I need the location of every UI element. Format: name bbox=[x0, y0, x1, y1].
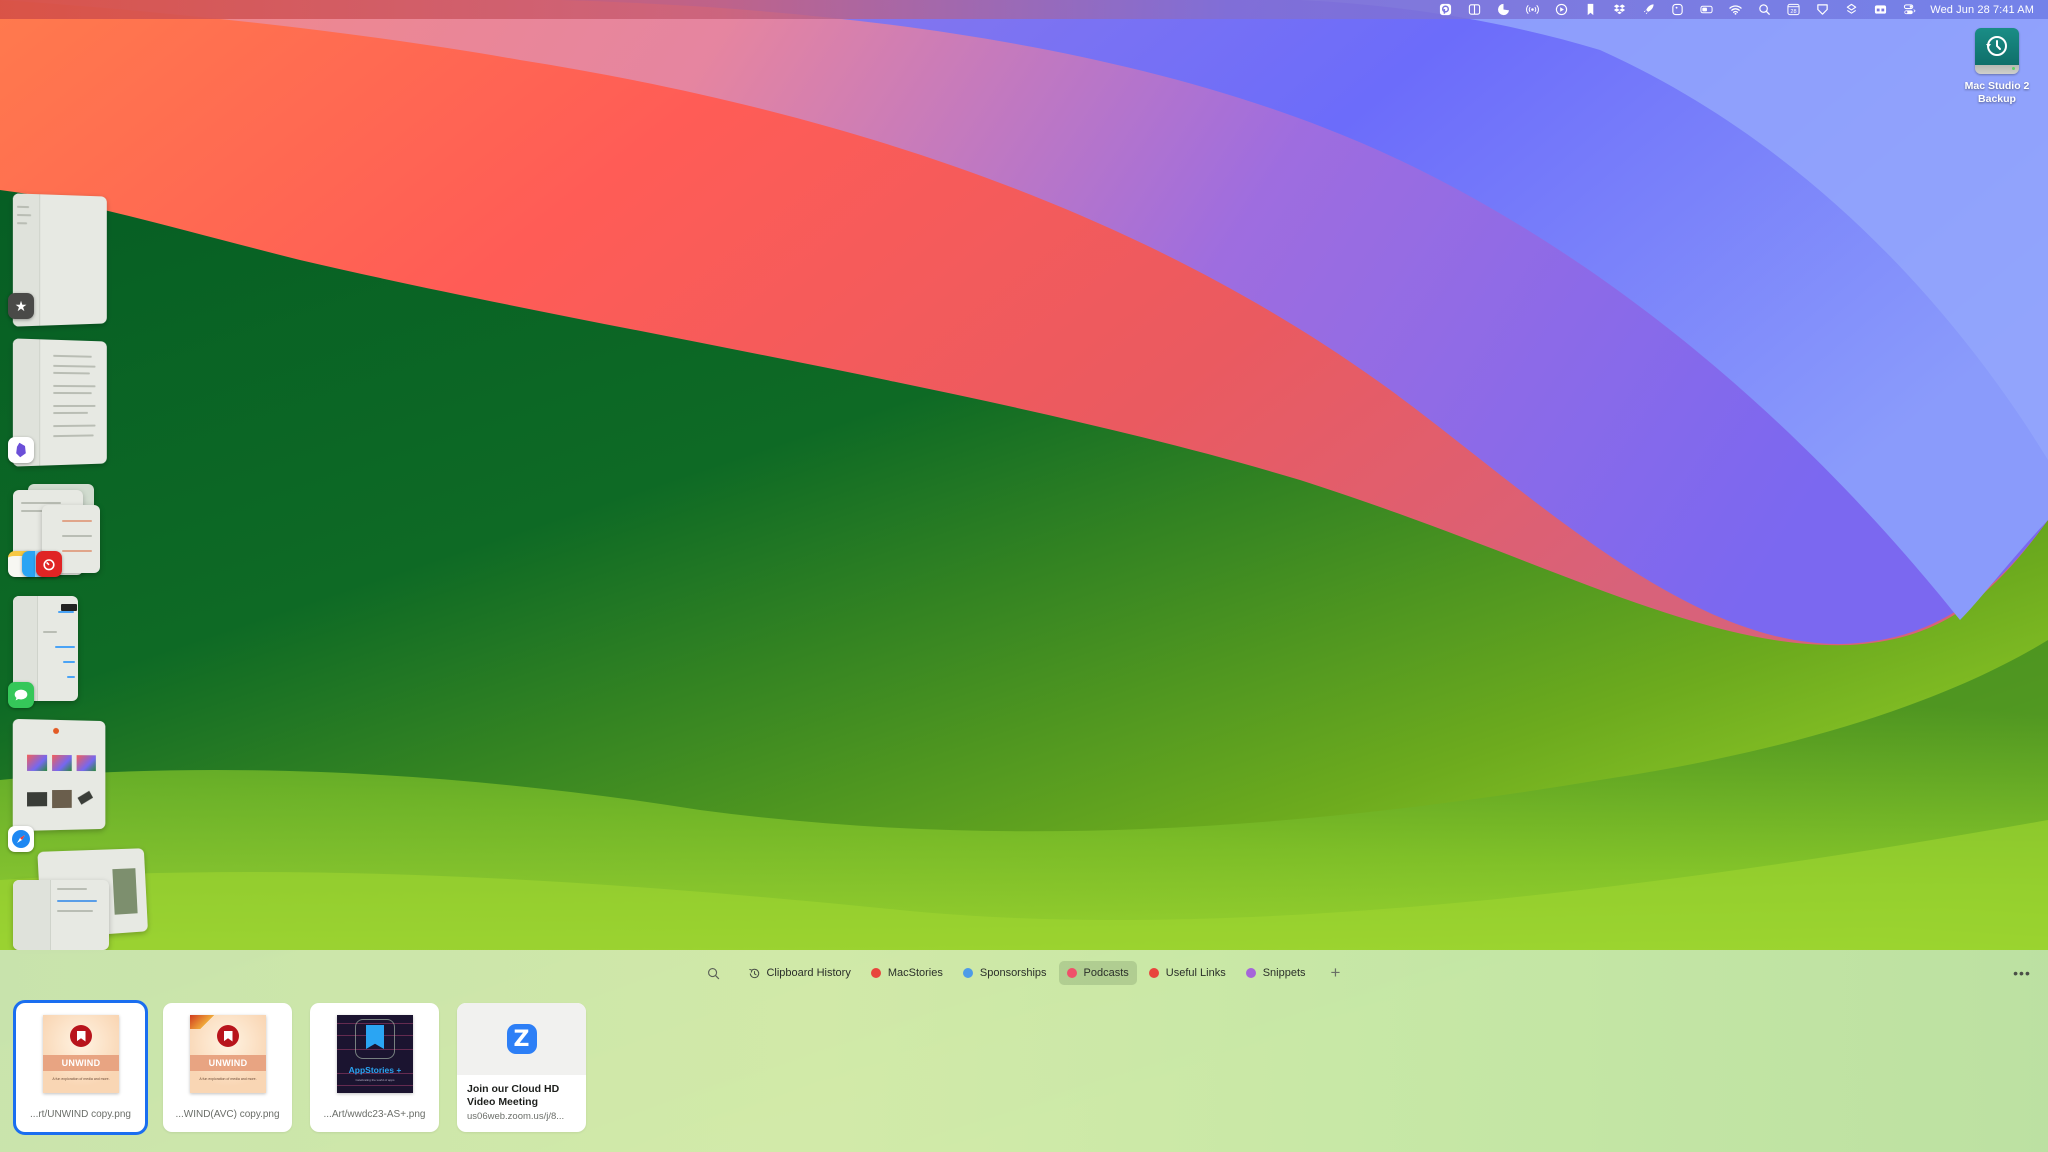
svg-text:28: 28 bbox=[1790, 9, 1796, 15]
unwind-logo-icon bbox=[217, 1025, 239, 1047]
color-dot-icon bbox=[962, 968, 973, 978]
window-thumbnail[interactable] bbox=[12, 718, 106, 832]
clipboard-shelf: Clipboard History MacStories Sponsorship… bbox=[0, 950, 2048, 1152]
color-dot-icon bbox=[1245, 968, 1256, 978]
pac-icon[interactable] bbox=[1492, 0, 1514, 19]
messages-icon bbox=[8, 682, 34, 708]
menu-bar: 28 Wed Jun 28 7:41 AM bbox=[0, 0, 2048, 19]
link-title: Join our Cloud HD Video Meeting bbox=[467, 1083, 560, 1108]
wifi-icon[interactable] bbox=[1724, 0, 1746, 19]
zoom-logo-icon: Z bbox=[506, 1024, 537, 1054]
more-options-button[interactable]: ••• bbox=[2010, 962, 2034, 984]
broadcast-icon[interactable] bbox=[1521, 0, 1543, 19]
tab-useful-links[interactable]: Useful Links bbox=[1141, 961, 1234, 985]
play-circle-icon[interactable] bbox=[1550, 0, 1572, 19]
item-caption: ...WIND(AVC) copy.png bbox=[175, 1109, 280, 1120]
pinboard-tabs: Clipboard History MacStories Sponsorship… bbox=[0, 960, 2048, 986]
calendar-icon[interactable]: 28 bbox=[1782, 0, 1804, 19]
shortcut-icon[interactable] bbox=[1811, 0, 1833, 19]
time-machine-drive-icon bbox=[1975, 28, 2019, 74]
control-center-icon[interactable] bbox=[1898, 0, 1920, 19]
link-url: us06web.zoom.us/j/8... bbox=[467, 1111, 565, 1122]
rocket-icon[interactable] bbox=[1637, 0, 1659, 19]
stack-icon[interactable] bbox=[1840, 0, 1862, 19]
clipboard-item[interactable]: UNWIND A fun exploration of media and mo… bbox=[13, 1000, 148, 1135]
desktop-icon-label: Mac Studio 2 Backup bbox=[1964, 80, 2030, 105]
color-dot-icon bbox=[1066, 968, 1077, 978]
clipboard-item[interactable]: AppStories + Celebrating the world of ap… bbox=[310, 1003, 439, 1132]
split-view-icon[interactable] bbox=[1463, 0, 1485, 19]
clipboard-item[interactable]: Z Join our Cloud HD Video Meeting us06we… bbox=[457, 1003, 586, 1132]
image-preview: UNWIND A fun exploration of media and mo… bbox=[190, 1015, 266, 1093]
add-pinboard-button[interactable]: + bbox=[1324, 961, 1348, 985]
reeder-icon: ★ bbox=[8, 293, 34, 319]
bookmark-icon[interactable] bbox=[1579, 0, 1601, 19]
safari-icon bbox=[8, 826, 34, 852]
dropbox-icon[interactable] bbox=[1608, 0, 1630, 19]
timer-icon[interactable] bbox=[1666, 0, 1688, 19]
clipboard-items: UNWIND A fun exploration of media and mo… bbox=[13, 1000, 604, 1135]
tab-sponsorships[interactable]: Sponsorships bbox=[955, 961, 1055, 985]
spotlight-search-icon[interactable] bbox=[1753, 0, 1775, 19]
clipboard-item[interactable]: UNWIND A fun exploration of media and mo… bbox=[163, 1003, 292, 1132]
color-dot-icon bbox=[1148, 968, 1159, 978]
screen-icon[interactable] bbox=[1869, 0, 1891, 19]
tab-snippets[interactable]: Snippets bbox=[1238, 961, 1314, 985]
window-thumbnail[interactable] bbox=[13, 880, 109, 950]
item-caption: ...rt/UNWIND copy.png bbox=[30, 1109, 131, 1120]
menu-bar-clock[interactable]: Wed Jun 28 7:41 AM bbox=[1930, 4, 2034, 16]
tab-clipboard-history[interactable]: Clipboard History bbox=[740, 961, 858, 985]
obsidian-icon bbox=[8, 437, 34, 463]
image-preview: AppStories + Celebrating the world of ap… bbox=[337, 1015, 413, 1093]
link-preview: Z bbox=[457, 1003, 586, 1075]
battery-toggle-icon[interactable] bbox=[1695, 0, 1717, 19]
timery-icon bbox=[36, 551, 62, 577]
color-dot-icon bbox=[870, 968, 881, 978]
pastebot-icon[interactable] bbox=[1434, 0, 1456, 19]
unwind-logo-icon bbox=[70, 1025, 92, 1047]
tab-macstories[interactable]: MacStories bbox=[863, 961, 951, 985]
desktop-icon-backup-drive[interactable]: Mac Studio 2 Backup bbox=[1952, 28, 2042, 106]
history-icon bbox=[749, 968, 760, 978]
image-preview: UNWIND A fun exploration of media and mo… bbox=[43, 1015, 119, 1093]
item-caption: ...Art/wwdc23-AS+.png bbox=[323, 1109, 426, 1120]
tab-podcasts[interactable]: Podcasts bbox=[1058, 961, 1137, 985]
search-button[interactable] bbox=[700, 961, 726, 985]
search-icon bbox=[707, 967, 720, 979]
